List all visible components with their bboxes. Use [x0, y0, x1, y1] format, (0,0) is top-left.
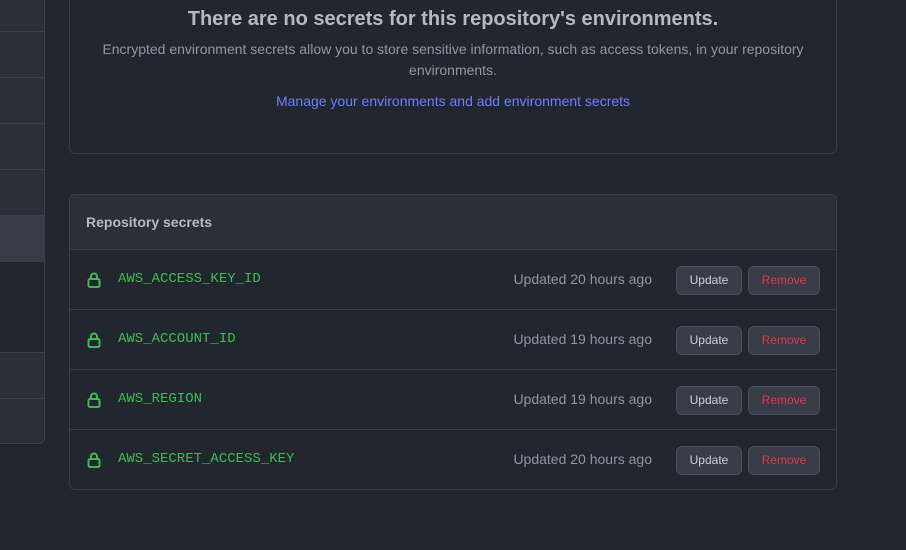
- remove-secret-button[interactable]: Remove: [748, 266, 820, 295]
- secret-row: AWS_REGION Updated 19 hours ago Update R…: [70, 370, 836, 430]
- secret-updated-time: Updated 19 hours ago: [513, 391, 652, 407]
- lock-icon: [87, 272, 101, 288]
- secret-row: AWS_ACCESS_KEY_ID Updated 20 hours ago U…: [70, 250, 836, 310]
- sidebar-item[interactable]: [0, 78, 44, 124]
- remove-secret-button[interactable]: Remove: [748, 326, 820, 355]
- secret-name: AWS_ACCESS_KEY_ID: [118, 271, 261, 287]
- sidebar-item[interactable]: [0, 32, 44, 78]
- secret-row: AWS_ACCOUNT_ID Updated 19 hours ago Upda…: [70, 310, 836, 370]
- repository-secrets-panel: Repository secrets AWS_ACCESS_KEY_ID Upd…: [69, 194, 837, 490]
- secret-updated-time: Updated 20 hours ago: [513, 451, 652, 467]
- update-secret-button[interactable]: Update: [676, 386, 742, 415]
- manage-environments-link[interactable]: Manage your environments and add environ…: [70, 93, 836, 109]
- secret-updated-time: Updated 19 hours ago: [513, 331, 652, 347]
- lock-icon: [87, 332, 101, 348]
- lock-icon: [87, 392, 101, 408]
- update-secret-button[interactable]: Update: [676, 446, 742, 475]
- environment-secrets-empty-state: There are no secrets for this repository…: [69, 0, 837, 154]
- lock-icon: [87, 452, 101, 468]
- empty-state-description: Encrypted environment secrets allow you …: [102, 41, 804, 78]
- secret-row: AWS_SECRET_ACCESS_KEY Updated 20 hours a…: [70, 430, 836, 489]
- remove-secret-button[interactable]: Remove: [748, 446, 820, 475]
- update-secret-button[interactable]: Update: [676, 266, 742, 295]
- sidebar-item[interactable]: [0, 399, 44, 444]
- sidebar-item-selected[interactable]: [0, 216, 44, 262]
- secret-name: AWS_SECRET_ACCESS_KEY: [118, 451, 295, 467]
- sidebar-item[interactable]: [0, 353, 44, 399]
- sidebar-item[interactable]: [0, 170, 44, 216]
- sidebar-item[interactable]: [0, 124, 44, 170]
- repository-secrets-header: Repository secrets: [70, 195, 836, 250]
- sidebar-section-gap: [0, 262, 44, 353]
- empty-state-title: There are no secrets for this repository…: [187, 8, 719, 30]
- sidebar-item[interactable]: [0, 0, 44, 32]
- remove-secret-button[interactable]: Remove: [748, 386, 820, 415]
- secret-name: AWS_ACCOUNT_ID: [118, 331, 236, 347]
- settings-sidebar: [0, 0, 45, 444]
- secret-name: AWS_REGION: [118, 391, 203, 407]
- update-secret-button[interactable]: Update: [676, 326, 742, 355]
- secret-updated-time: Updated 20 hours ago: [513, 271, 652, 287]
